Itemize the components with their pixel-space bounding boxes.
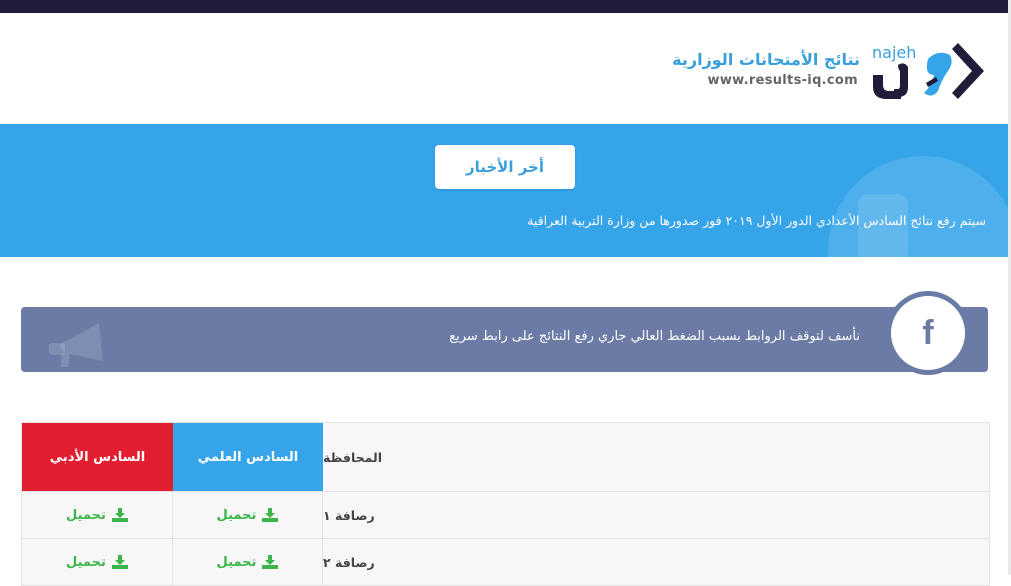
literary-download-cell: تحميل	[22, 539, 173, 585]
scientific-download-cell: تحميل	[173, 492, 323, 538]
governorate-cell: رصافة ٢	[323, 539, 989, 585]
download-label: تحميل	[66, 554, 106, 570]
table-row: تحميل تحميل رصافة ٢	[22, 539, 989, 586]
header-literary: السادس الأدبي	[22, 423, 173, 491]
facebook-icon: f	[922, 314, 934, 352]
download-icon	[262, 508, 279, 522]
download-label: تحميل	[66, 507, 106, 523]
facebook-button[interactable]: f	[891, 296, 965, 370]
download-link-literary[interactable]: تحميل	[66, 508, 128, 523]
download-icon	[111, 508, 128, 522]
download-icon	[111, 555, 128, 569]
megaphone-icon	[49, 323, 103, 367]
download-label: تحميل	[216, 507, 257, 523]
alert-banner: نأسف لتوقف الروابط بسبب الضغط العالي جار…	[21, 307, 988, 372]
download-link-scientific[interactable]: تحميل	[217, 555, 279, 570]
header-scientific: السادس العلمي	[173, 423, 323, 491]
news-ticker[interactable]: سيتم رفع نتائج السادس الأعدادي الدور الأ…	[527, 213, 986, 228]
download-link-literary[interactable]: تحميل	[66, 555, 128, 570]
table-row: تحميل تحميل رصافة ١	[22, 492, 989, 539]
results-table: السادس الأدبي السادس العلمي المحافظة تحم…	[21, 422, 990, 586]
site-header: najeh نتائج الأمتحانات الوزارية www.resu…	[0, 13, 1008, 124]
decorative-circle	[828, 156, 1008, 257]
news-banner: أخر الأخبار سيتم رفع نتائج السادس الأعدا…	[0, 124, 1008, 257]
site-title[interactable]: نتائج الأمتحانات الوزارية	[672, 50, 860, 69]
download-link-scientific[interactable]: تحميل	[217, 508, 279, 523]
download-icon	[262, 555, 279, 569]
literary-download-cell: تحميل	[22, 492, 173, 538]
alert-message: نأسف لتوقف الروابط بسبب الضغط العالي جار…	[449, 329, 860, 344]
brand-wordmark: najeh	[872, 43, 917, 62]
latest-news-button[interactable]: أخر الأخبار	[435, 145, 575, 189]
table-header-row: السادس الأدبي السادس العلمي المحافظة	[22, 423, 989, 492]
download-label: تحميل	[216, 554, 257, 570]
site-url[interactable]: www.results-iq.com	[708, 73, 858, 88]
governorate-cell: رصافة ١	[323, 492, 989, 538]
header-governorate: المحافظة	[323, 423, 989, 491]
scientific-download-cell: تحميل	[173, 539, 323, 585]
top-bar	[0, 0, 1008, 13]
